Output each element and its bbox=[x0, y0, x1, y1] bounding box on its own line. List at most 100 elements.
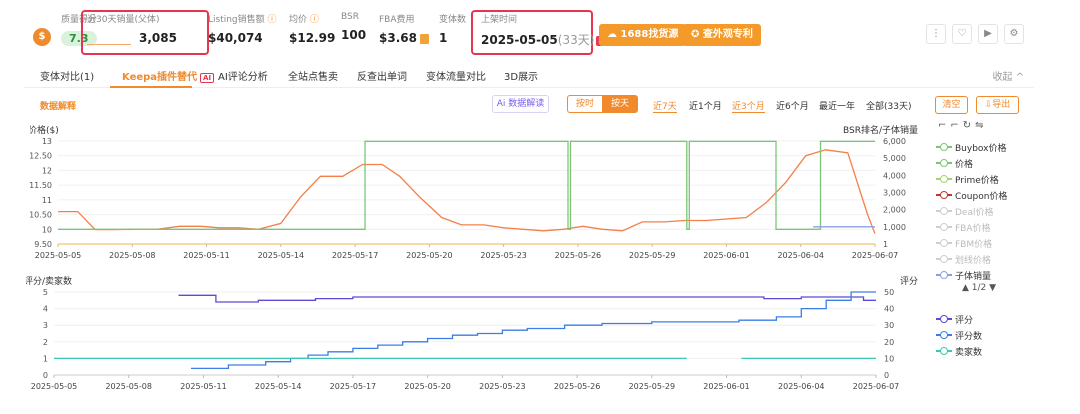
tab-ai-review[interactable]: AI评论分析 bbox=[218, 68, 268, 83]
patent-check-button[interactable]: ✪ 查外观专利 bbox=[683, 24, 761, 46]
metric-listing-sales: Listing销售额 ⓘ $40,074 bbox=[208, 12, 277, 45]
legend-label: 评分 bbox=[955, 315, 974, 326]
find-source-button[interactable]: ☁ 1688找货源 bbox=[599, 24, 687, 46]
tab-all-sites[interactable]: 全站点售卖 bbox=[288, 68, 338, 83]
legend-item[interactable]: Deal价格 bbox=[936, 203, 1056, 219]
data-explain-link[interactable]: 数据解释 bbox=[40, 99, 76, 112]
metric-launch-days: (33天) bbox=[557, 33, 595, 47]
legend-item[interactable]: 评分 bbox=[936, 311, 1056, 327]
collapse-toggle[interactable]: 收起 ^ bbox=[992, 68, 1024, 83]
metric-bsr-label: BSR bbox=[341, 12, 359, 22]
legend-bottom: 评分评分数 卖家数 bbox=[936, 311, 1056, 359]
metric-variants-label: 变体数 bbox=[439, 15, 467, 25]
x-tick-label: 2025-05-23 bbox=[479, 382, 526, 391]
legend-label: Prime价格 bbox=[955, 175, 999, 186]
metric-avg-price: 均价 ⓘ $12.99 bbox=[289, 12, 335, 45]
sales-input-line[interactable] bbox=[87, 33, 131, 45]
legend-item[interactable]: FBM价格 bbox=[936, 235, 1056, 251]
tab-keepa[interactable]: Keepa插件替代 AI bbox=[122, 68, 215, 83]
y-tick-label: 2 bbox=[43, 338, 48, 347]
crop-icon[interactable]: ⌐ bbox=[938, 120, 950, 131]
price-chart[interactable]: 价格($) BSR排名/子体销量 13 12.50 12 11.50 11 10.50 10 9.… bbox=[30, 118, 920, 263]
video-icon[interactable]: ▶ bbox=[978, 24, 998, 44]
legend-marker-icon bbox=[936, 190, 952, 200]
legend-label: 子体销量 bbox=[955, 271, 992, 282]
tab-variant-traffic[interactable]: 变体流量对比 bbox=[426, 68, 486, 83]
legend-label: FBA价格 bbox=[955, 223, 991, 234]
y2-tick-label: 2,000 bbox=[883, 206, 906, 215]
legend-item[interactable]: 子体销量 bbox=[936, 267, 1056, 283]
active-tab-indicator bbox=[110, 86, 192, 88]
y-tick-label: 3 bbox=[43, 321, 48, 330]
legend-label: 价格 bbox=[955, 159, 974, 170]
y-tick-label: 10 bbox=[42, 225, 52, 234]
y2-axis-label: BSR排名/子体销量 bbox=[843, 124, 918, 136]
settings-gear-icon[interactable]: ⚙ bbox=[1004, 24, 1024, 44]
legend-item[interactable]: 划线价格 bbox=[936, 251, 1056, 267]
legend-marker-icon bbox=[936, 222, 952, 232]
x-tick-label: 2025-06-07 bbox=[853, 382, 900, 391]
y-tick-label: 9.50 bbox=[34, 240, 52, 249]
favorite-heart-icon[interactable]: ♡ bbox=[952, 24, 972, 44]
calculator-icon[interactable] bbox=[419, 33, 429, 44]
brand-logo-icon: $ bbox=[33, 28, 51, 46]
range-3m[interactable]: 近3个月 bbox=[732, 99, 765, 113]
metric-fba-value: $3.68 bbox=[379, 31, 417, 45]
x-tick-label: 2025-05-08 bbox=[105, 382, 152, 391]
info-icon[interactable]: ⓘ bbox=[268, 15, 277, 25]
legend-item[interactable]: Prime价格 bbox=[936, 171, 1056, 187]
series-line-评分 bbox=[178, 294, 876, 303]
metric-fba-label: FBA费用 bbox=[379, 15, 415, 25]
metric-listing-label: Listing销售额 bbox=[208, 15, 265, 25]
legend-item[interactable]: 评分数 bbox=[936, 327, 1056, 343]
y2-tick-label: 3,000 bbox=[883, 189, 906, 198]
by-time-toggle[interactable]: 按时 bbox=[567, 95, 603, 113]
x-tick-label: 2025-05-17 bbox=[332, 251, 379, 260]
tab-reverse-keywords[interactable]: 反查出单词 bbox=[357, 68, 407, 83]
y2-tick-label: 1,000 bbox=[883, 223, 906, 232]
y-tick-label: 1 bbox=[43, 354, 48, 363]
y2-tick-label: 20 bbox=[884, 338, 894, 347]
x-tick-label: 2025-06-04 bbox=[777, 251, 824, 260]
legend-item[interactable]: 价格 bbox=[936, 155, 1056, 171]
crop-alt-icon[interactable]: ⌐ bbox=[950, 120, 962, 131]
range-7d[interactable]: 近7天 bbox=[653, 99, 677, 113]
range-6m[interactable]: 近6个月 bbox=[776, 99, 809, 112]
ai-read-button[interactable]: Ai 数据解读 bbox=[492, 95, 549, 113]
legend-item[interactable]: Coupon价格 bbox=[936, 187, 1056, 203]
y2-tick-label: 30 bbox=[884, 321, 894, 330]
legend-pager[interactable]: ▲ 1/2 ▼ bbox=[936, 283, 1056, 299]
range-1y[interactable]: 最近一年 bbox=[819, 99, 855, 112]
series-line-评分数 bbox=[191, 291, 876, 370]
y2-tick-label: 4,000 bbox=[883, 171, 906, 180]
x-tick-label: 2025-05-11 bbox=[180, 382, 227, 391]
swap-icon[interactable]: ⇋ bbox=[975, 120, 987, 131]
by-day-toggle[interactable]: 按天 bbox=[602, 95, 638, 113]
clear-button[interactable]: 清空 bbox=[935, 96, 968, 114]
x-tick-label: 2025-05-08 bbox=[109, 251, 156, 260]
info-icon[interactable]: ⓘ bbox=[310, 15, 319, 25]
tab-3d[interactable]: 3D展示 bbox=[504, 68, 538, 83]
range-1m[interactable]: 近1个月 bbox=[689, 99, 722, 112]
y2-tick-label: 1 bbox=[883, 240, 888, 249]
metric-variants-value: 1 bbox=[439, 31, 448, 45]
y-tick-label: 10.50 bbox=[30, 211, 52, 220]
more-icon[interactable]: ⋮ bbox=[926, 24, 946, 44]
ai-badge: AI bbox=[200, 73, 215, 83]
legend-top: Buybox价格价格 Prime价格 Coupon价格 Deal价格 FBA价格 FBM价… bbox=[936, 139, 1056, 299]
legend-item[interactable]: FBA价格 bbox=[936, 219, 1056, 235]
export-button[interactable]: ⇩导出 bbox=[976, 96, 1019, 114]
legend-item[interactable]: Buybox价格 bbox=[936, 139, 1056, 155]
legend-label: FBM价格 bbox=[955, 239, 993, 250]
link-icon: ☁ bbox=[607, 29, 621, 40]
tab-variant-compare[interactable]: 变体对比(1) bbox=[40, 68, 94, 83]
y-tick-label: 13 bbox=[42, 137, 52, 146]
range-all[interactable]: 全部(33天) bbox=[866, 99, 911, 112]
legend-item[interactable]: 卖家数 bbox=[936, 343, 1056, 359]
chart-tools: ⌐⌐↻⇋ bbox=[938, 120, 988, 131]
legend-marker-icon bbox=[936, 330, 952, 340]
refresh-icon[interactable]: ↻ bbox=[963, 120, 975, 131]
rating-chart[interactable]: 评分/卖家数 评分543210504030201002025-05-05 2025-… bbox=[26, 268, 920, 394]
y2-tick-label: 50 bbox=[884, 288, 894, 297]
legend-label: 评分数 bbox=[955, 331, 983, 342]
